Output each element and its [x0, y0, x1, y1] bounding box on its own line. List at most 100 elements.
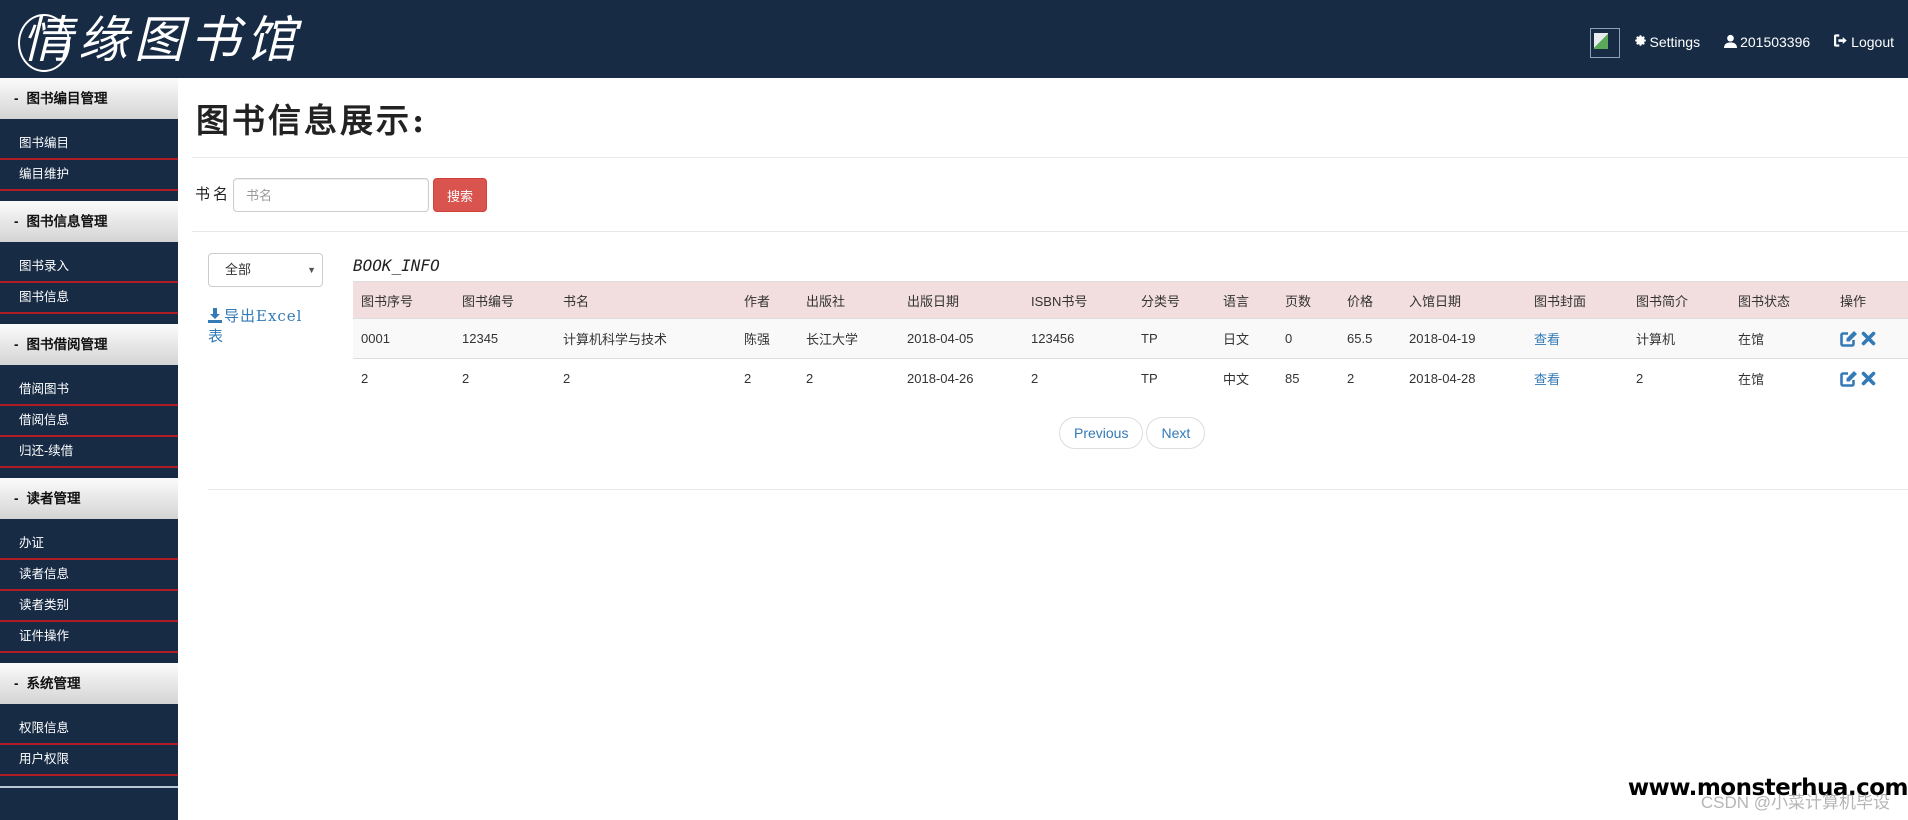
book-info-table: 图书序号 图书编号 书名 作者 出版社 出版日期 ISBN书号 分类号 语言 页…: [353, 281, 1908, 399]
csdn-watermark: CSDN @小菜计算机毕设: [1700, 793, 1890, 812]
sidebar-group-header[interactable]: - 读者管理: [0, 478, 178, 519]
previous-page-button[interactable]: Previous: [1059, 417, 1144, 449]
cell-price: 2: [1339, 358, 1401, 399]
content-bottom-divider: [208, 489, 1908, 490]
sidebar-item-permission-info[interactable]: 权限信息: [0, 714, 178, 745]
cell-publish-date: 2018-04-26: [899, 358, 1023, 399]
sidebar-group-header[interactable]: - 图书编目管理: [0, 78, 178, 119]
sidebar-group-header[interactable]: - 系统管理: [0, 663, 178, 704]
cell-status: 在馆: [1730, 318, 1832, 359]
next-page-button[interactable]: Next: [1146, 417, 1206, 449]
sidebar-group-readers: - 读者管理 办证 读者信息 读者类别 证件操作: [0, 478, 178, 663]
column-header: 图书封面: [1526, 281, 1628, 319]
sidebar-group-system: - 系统管理 权限信息 用户权限: [0, 663, 178, 788]
user-link[interactable]: 201503396: [1724, 34, 1810, 51]
sidebar-item-reader-info[interactable]: 读者信息: [0, 560, 178, 591]
sidebar-item-borrow-info[interactable]: 借阅信息: [0, 406, 178, 437]
download-icon: [208, 307, 224, 325]
cell-publisher: 长江大学: [798, 318, 899, 359]
page-title: 图书信息展示:: [196, 101, 428, 140]
sidebar-item-borrow-book[interactable]: 借阅图书: [0, 375, 178, 406]
column-header: 出版日期: [899, 281, 1023, 319]
cell-title: 计算机科学与技术: [555, 318, 736, 359]
cell-class-no: TP: [1133, 358, 1215, 399]
column-header: 分类号: [1133, 281, 1215, 319]
sidebar-item-book-cataloging[interactable]: 图书编目: [0, 129, 178, 160]
user-icon: [1724, 34, 1740, 51]
status-filter-select[interactable]: 全部 ▼: [208, 253, 323, 287]
cell-author: 陈强: [736, 318, 798, 359]
cell-status: 在馆: [1730, 358, 1832, 399]
edit-icon[interactable]: [1840, 370, 1857, 387]
sidebar-divider: [0, 786, 178, 788]
column-header: 语言: [1215, 281, 1277, 319]
search-divider: [192, 231, 1908, 232]
sidebar-item-book-entry[interactable]: 图书录入: [0, 252, 178, 283]
cell-pages: 85: [1277, 358, 1339, 399]
delete-icon[interactable]: [1861, 371, 1876, 386]
sidebar-item-card-operations[interactable]: 证件操作: [0, 622, 178, 653]
cell-book-seq: 0001: [353, 318, 454, 359]
sidebar-group-cataloging: - 图书编目管理 图书编目 编目维护: [0, 78, 178, 201]
export-excel-link[interactable]: 导出Excel表: [208, 306, 318, 346]
cell-pages: 0: [1277, 318, 1339, 359]
logout-label: Logout: [1851, 34, 1894, 50]
book-name-search-input[interactable]: [233, 178, 429, 212]
sidebar-group-header[interactable]: - 图书借阅管理: [0, 324, 178, 365]
sidebar-item-book-info[interactable]: 图书信息: [0, 283, 178, 314]
cell-author: 2: [736, 358, 798, 399]
sidebar-item-issue-card[interactable]: 办证: [0, 529, 178, 560]
cell-entry-date: 2018-04-19: [1401, 318, 1526, 359]
sidebar-group-borrowing: - 图书借阅管理 借阅图书 借阅信息 归还-续借: [0, 324, 178, 478]
title-divider: [192, 157, 1908, 158]
user-avatar-image[interactable]: [1589, 28, 1620, 58]
table-row: 2 2 2 2 2 2018-04-26 2 TP 中文 85 2 2018-0…: [353, 358, 1908, 399]
logout-icon: [1834, 34, 1851, 50]
cell-isbn: 2: [1023, 358, 1133, 399]
brand-rest: 缘图书馆: [78, 11, 302, 69]
user-id-label: 201503396: [1740, 34, 1811, 50]
cell-book-id: 2: [454, 358, 555, 399]
settings-link[interactable]: Settings: [1634, 34, 1701, 50]
search-label: 书名: [195, 185, 232, 203]
sidebar-item-catalog-maintenance[interactable]: 编目维护: [0, 160, 178, 191]
cell-publish-date: 2018-04-05: [899, 318, 1023, 359]
cell-language: 日文: [1215, 318, 1277, 359]
caret-down-icon: ▼: [307, 265, 316, 275]
sidebar-group-header[interactable]: - 图书信息管理: [0, 201, 178, 242]
settings-label: Settings: [1649, 34, 1701, 50]
navbar-right: Settings 201503396 Logout: [1589, 27, 1894, 58]
sidebar-item-return-renew[interactable]: 归还-续借: [0, 437, 178, 468]
table-caption: BOOK_INFO: [353, 256, 440, 275]
sidebar: - 图书编目管理 图书编目 编目维护 - 图书信息管理 图书录入 图书信息 - 图书借…: [0, 78, 178, 820]
logout-link[interactable]: Logout: [1834, 34, 1894, 50]
column-header: 书名: [555, 281, 736, 319]
table-row: 0001 12345 计算机科学与技术 陈强 长江大学 2018-04-05 1…: [353, 318, 1908, 359]
cell-summary: 2: [1628, 358, 1730, 399]
column-header: 图书序号: [353, 281, 454, 319]
gear-icon: [1634, 34, 1650, 50]
view-cover-link[interactable]: 查看: [1534, 332, 1560, 347]
column-header: 图书编号: [454, 281, 555, 319]
cell-book-id: 12345: [454, 318, 555, 359]
column-header: 价格: [1339, 281, 1401, 319]
cell-summary: 计算机: [1628, 318, 1730, 359]
column-header: 图书简介: [1628, 281, 1730, 319]
cell-entry-date: 2018-04-28: [1401, 358, 1526, 399]
view-cover-link[interactable]: 查看: [1534, 372, 1560, 387]
brand-logo[interactable]: 情缘图书馆: [18, 8, 302, 72]
top-navbar: 情缘图书馆 Settings 201503396 Logout: [0, 0, 1908, 78]
cell-publisher: 2: [798, 358, 899, 399]
table-header-row: 图书序号 图书编号 书名 作者 出版社 出版日期 ISBN书号 分类号 语言 页…: [353, 281, 1908, 319]
sidebar-item-user-permissions[interactable]: 用户权限: [0, 745, 178, 776]
column-header: 出版社: [798, 281, 899, 319]
sidebar-item-reader-category[interactable]: 读者类别: [0, 591, 178, 622]
column-header: 页数: [1277, 281, 1339, 319]
main-content: 图书信息展示: 书名 搜索 全部 ▼ 导出Excel表 BOOK_INFO 图书…: [178, 78, 1908, 820]
edit-icon[interactable]: [1840, 330, 1857, 347]
cell-class-no: TP: [1133, 318, 1215, 359]
delete-icon[interactable]: [1861, 331, 1876, 346]
cell-title: 2: [555, 358, 736, 399]
search-button[interactable]: 搜索: [433, 178, 487, 212]
cell-price: 65.5: [1339, 318, 1401, 359]
